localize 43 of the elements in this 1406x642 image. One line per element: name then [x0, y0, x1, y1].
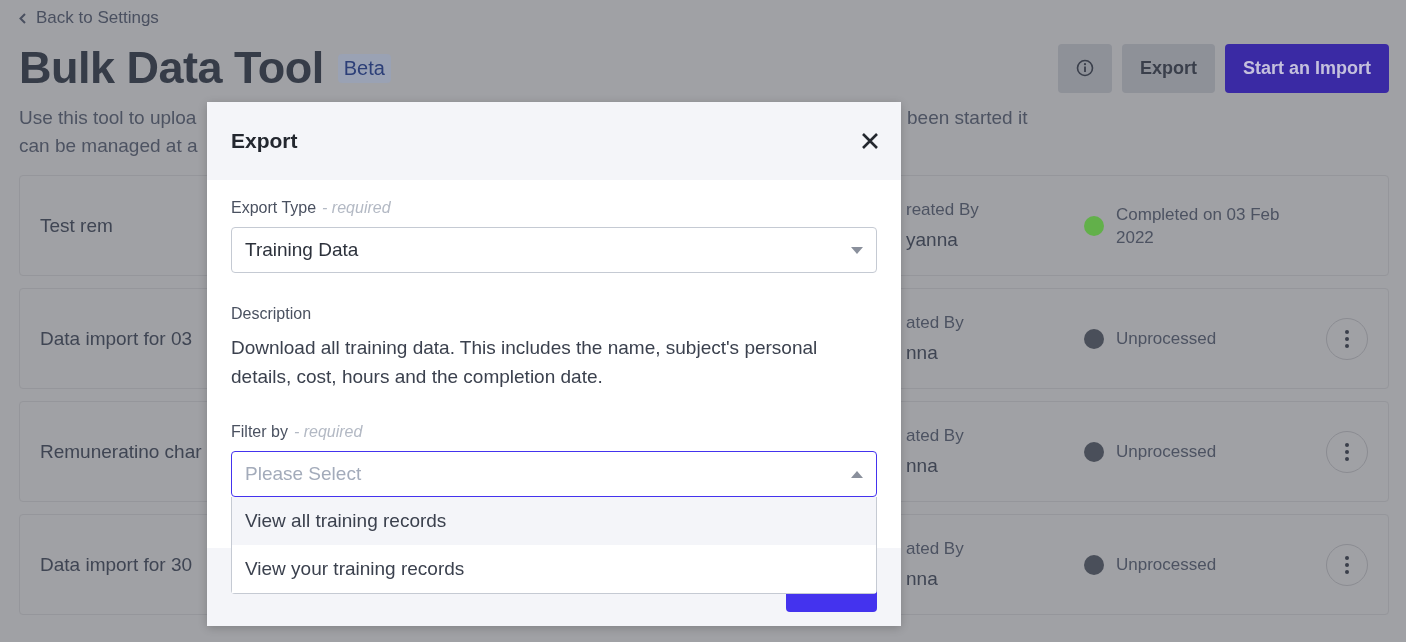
- created-by-label: ated By: [906, 539, 965, 559]
- close-button[interactable]: [861, 132, 879, 150]
- import-name: Data import for 30: [40, 553, 193, 576]
- created-by-value: nna: [906, 568, 939, 590]
- import-name: Remuneratino char: [40, 440, 202, 463]
- created-by-label: reated By: [906, 200, 980, 220]
- created-by-label: ated By: [906, 313, 965, 333]
- status-text: Unprocessed: [1116, 328, 1217, 350]
- beta-badge: Beta: [337, 53, 391, 83]
- description-text: can be managed at a: [19, 134, 198, 158]
- status-text: Unprocessed: [1116, 441, 1217, 463]
- field-label: Export Type: [231, 199, 317, 217]
- export-type-select[interactable]: Training Data: [231, 227, 877, 273]
- description-text: been started it: [907, 106, 1028, 130]
- description-text: Use this tool to uploa: [19, 106, 197, 130]
- required-hint: - required: [293, 423, 363, 441]
- start-import-button[interactable]: Start an Import: [1225, 43, 1389, 93]
- page-title: Bulk Data Tool: [19, 42, 324, 94]
- created-by-label: ated By: [906, 426, 965, 446]
- close-icon: [861, 132, 879, 150]
- caret-icon: [851, 470, 863, 478]
- caret-icon: [851, 246, 863, 254]
- created-by-value: nna: [906, 342, 939, 364]
- status-text: Completed on 03 Feb 2022: [1116, 203, 1281, 249]
- created-by-value: yanna: [906, 229, 959, 251]
- field-label: Filter by: [231, 423, 288, 441]
- export-button[interactable]: Export: [1121, 43, 1215, 93]
- import-name: Data import for 03: [40, 327, 193, 350]
- import-name: Test rem: [40, 214, 113, 237]
- info-button[interactable]: [1057, 43, 1112, 93]
- chevron-left-icon: [19, 12, 26, 24]
- dialog-title: Export: [231, 129, 298, 153]
- field-label: Description: [231, 305, 312, 323]
- more-icon: [1345, 329, 1349, 348]
- more-icon: [1345, 442, 1349, 461]
- dropdown-option[interactable]: View all training records: [232, 497, 876, 545]
- info-icon: [1075, 59, 1094, 77]
- back-link[interactable]: Back to Settings: [19, 8, 159, 28]
- description-text: Download all training data. This includes the name, subject's personal details, cost, hours and the completion date.: [231, 336, 819, 389]
- status-text: Unprocessed: [1116, 554, 1217, 576]
- more-icon: [1345, 555, 1349, 574]
- created-by-value: nna: [906, 455, 939, 477]
- required-hint: - required: [322, 199, 391, 217]
